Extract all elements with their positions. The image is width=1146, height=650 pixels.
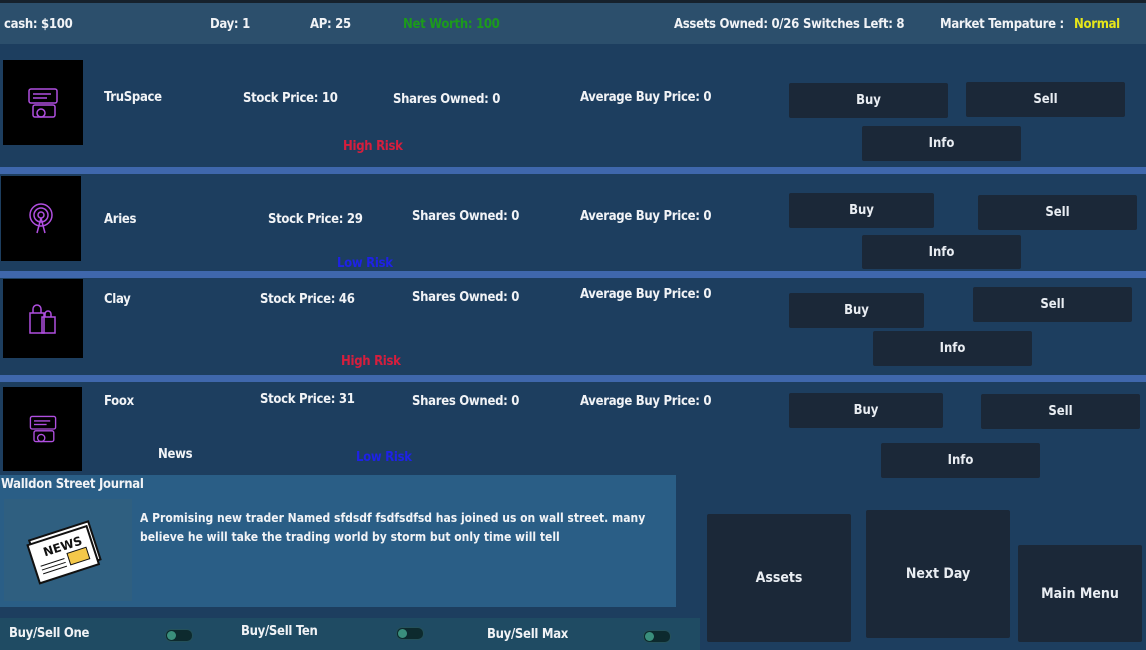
stock-name: Aries xyxy=(104,212,137,227)
row-divider xyxy=(0,271,1146,278)
toggle-label-one: Buy/Sell One xyxy=(9,626,90,641)
shares-owned: Shares Owned: 0 xyxy=(412,290,520,305)
market-temperature-value: Normal xyxy=(1074,17,1120,32)
buy-button[interactable]: Buy xyxy=(789,83,948,118)
stock-price: Stock Price: 31 xyxy=(260,392,355,407)
stock-row-clay: Clay Stock Price: 46 Shares Owned: 0 Ave… xyxy=(0,278,1146,375)
buy-button[interactable]: Buy xyxy=(789,393,943,428)
signal-tower-icon xyxy=(1,176,81,261)
next-day-button[interactable]: Next Day xyxy=(866,510,1010,638)
risk-badge: High Risk xyxy=(341,354,401,369)
average-buy-price: Average Buy Price: 0 xyxy=(580,394,712,409)
cash-display: cash: $100 xyxy=(4,17,73,32)
average-buy-price: Average Buy Price: 0 xyxy=(580,287,712,302)
ap-display: AP: 25 xyxy=(310,17,351,32)
stock-name: Clay xyxy=(104,292,131,307)
market-temperature-label: Market Tempature : xyxy=(940,17,1064,32)
risk-badge: Low Risk xyxy=(356,450,412,465)
toggle-knob xyxy=(398,629,407,638)
day-display: Day: 1 xyxy=(210,17,250,32)
stock-name: TruSpace xyxy=(104,90,162,105)
shopping-bags-icon xyxy=(3,279,83,358)
sell-button[interactable]: Sell xyxy=(966,82,1125,117)
toggle-knob xyxy=(167,631,176,640)
risk-badge: Low Risk xyxy=(337,256,393,271)
average-buy-price: Average Buy Price: 0 xyxy=(580,90,712,105)
news-body: A Promising new trader Named sfdsdf fsdf… xyxy=(140,511,646,544)
stock-row-truspace: TruSpace Stock Price: 10 Shares Owned: 0… xyxy=(0,44,1146,167)
chat-bubbles-icon xyxy=(3,60,83,145)
stock-price: Stock Price: 29 xyxy=(268,212,363,227)
info-button[interactable]: Info xyxy=(881,443,1040,478)
assets-owned-display: Assets Owned: 0/26 xyxy=(674,17,799,32)
toggle-switch-max[interactable] xyxy=(643,630,671,643)
average-buy-price: Average Buy Price: 0 xyxy=(580,209,712,224)
risk-badge: High Risk xyxy=(343,139,403,154)
stock-price: Stock Price: 10 xyxy=(243,91,338,106)
news-section-label: News xyxy=(158,447,193,462)
sell-button[interactable]: Sell xyxy=(981,394,1140,429)
toggle-knob xyxy=(645,632,654,641)
news-headline: Walldon Street Journal xyxy=(1,477,144,492)
shares-owned: Shares Owned: 0 xyxy=(393,92,501,107)
stock-row-aries: Aries Stock Price: 29 Shares Owned: 0 Av… xyxy=(0,174,1146,271)
buy-button[interactable]: Buy xyxy=(789,293,924,328)
sell-button[interactable]: Sell xyxy=(973,287,1132,322)
stock-name: Foox xyxy=(104,394,134,409)
assets-button[interactable]: Assets xyxy=(707,514,851,642)
buy-button[interactable]: Buy xyxy=(789,193,934,228)
shares-owned: Shares Owned: 0 xyxy=(412,209,520,224)
row-divider xyxy=(0,167,1146,174)
toggle-label-max: Buy/Sell Max xyxy=(487,627,569,642)
toggle-bar xyxy=(0,618,700,650)
net-worth-display: Net Worth: 100 xyxy=(403,17,500,32)
toggle-label-ten: Buy/Sell Ten xyxy=(241,624,318,639)
newspaper-icon: NEWS xyxy=(4,499,132,601)
row-divider xyxy=(0,375,1146,382)
info-button[interactable]: Info xyxy=(862,235,1021,269)
info-button[interactable]: Info xyxy=(862,126,1021,161)
main-menu-button[interactable]: Main Menu xyxy=(1018,545,1142,642)
stock-price: Stock Price: 46 xyxy=(260,292,355,307)
stock-row-foox: Foox Stock Price: 31 Shares Owned: 0 Ave… xyxy=(0,382,1146,478)
info-button[interactable]: Info xyxy=(873,331,1032,366)
sell-button[interactable]: Sell xyxy=(978,195,1137,230)
toggle-switch-ten[interactable] xyxy=(396,627,424,640)
chat-bubbles-icon xyxy=(3,387,82,471)
toggle-switch-one[interactable] xyxy=(165,629,193,642)
shares-owned: Shares Owned: 0 xyxy=(412,394,520,409)
switches-left-display: Switches Left: 8 xyxy=(803,17,905,32)
status-bar: cash: $100 Day: 1 AP: 25 Net Worth: 100 … xyxy=(0,0,1146,44)
